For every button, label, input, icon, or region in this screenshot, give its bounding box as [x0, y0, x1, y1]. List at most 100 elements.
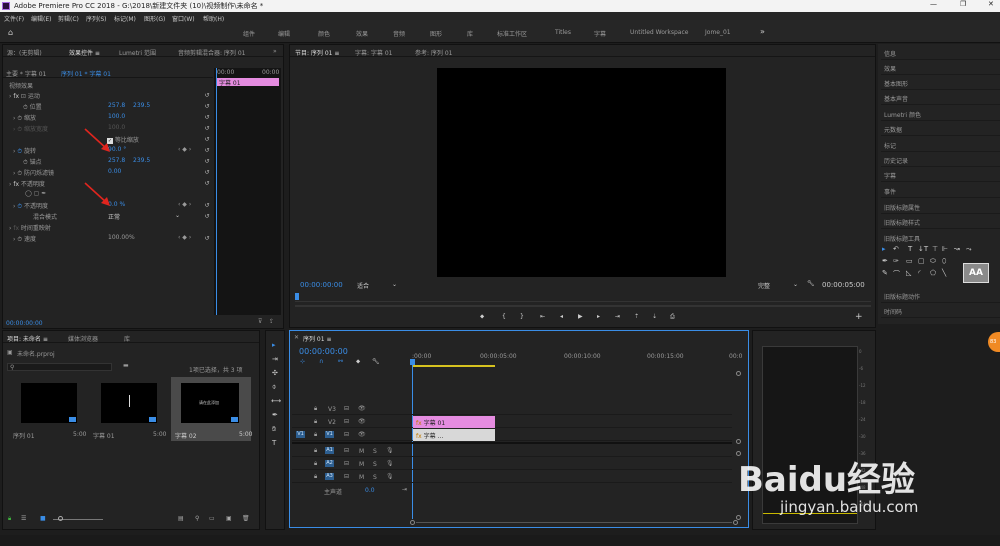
- workspace-untitled[interactable]: Untitled Workspace: [630, 29, 688, 36]
- video-preview[interactable]: [437, 68, 726, 277]
- timeline-timecode[interactable]: 00:00:00:00: [299, 347, 348, 356]
- sync-lock-icon[interactable]: ⊟: [344, 473, 349, 480]
- selection-tool-icon[interactable]: ▸: [272, 341, 276, 349]
- extract-icon[interactable]: ⇣: [652, 313, 657, 320]
- expand-icon[interactable]: ›: [13, 236, 15, 243]
- sync-lock-icon[interactable]: ⊟: [344, 460, 349, 467]
- keyframe-nav-icon[interactable]: ‹ ◆ ›: [178, 146, 191, 153]
- workspace-graphics[interactable]: 图形: [430, 29, 442, 38]
- lock-icon[interactable]: 🔒︎: [314, 473, 317, 481]
- track-target-a1[interactable]: A1: [325, 447, 334, 454]
- opacity-section-row[interactable]: › fx 不透明度: [9, 179, 45, 188]
- ec-timecode[interactable]: 00:00:00:00: [6, 320, 43, 327]
- new-bin-icon[interactable]: ▤: [178, 515, 184, 522]
- rounded-ellipse-tool-icon[interactable]: ⬯: [942, 257, 946, 266]
- eye-icon[interactable]: 👁︎: [358, 431, 366, 438]
- trash-icon[interactable]: 🗑︎: [242, 515, 250, 522]
- mark-in-icon[interactable]: {: [502, 313, 506, 320]
- workspace-jome[interactable]: Jome_01: [705, 29, 731, 36]
- mic-icon[interactable]: 🎙︎: [386, 473, 394, 480]
- workspace-editing[interactable]: 编辑: [278, 29, 290, 38]
- panel-legacy-title-tools[interactable]: 旧版标题工具: [881, 230, 1000, 245]
- antiflicker-value[interactable]: 0.00: [108, 168, 121, 175]
- expand-icon[interactable]: ›: [9, 93, 11, 100]
- track-target-a3[interactable]: A3: [325, 473, 334, 480]
- master-clip-label[interactable]: 主要 * 字幕 01: [6, 69, 46, 78]
- list-view-icon[interactable]: ☰: [21, 515, 26, 522]
- hand-tool-icon[interactable]: ✋︎: [272, 425, 276, 434]
- project-item-selected[interactable]: 请在此添加 字幕 02 5:00: [171, 377, 252, 441]
- step-forward-icon[interactable]: ▸: [597, 313, 600, 320]
- workspace-titles[interactable]: Titles: [555, 29, 571, 36]
- keyframe-nav-icon[interactable]: ‹ ◆ ›: [178, 234, 191, 241]
- lock-icon[interactable]: 🔒︎: [314, 431, 317, 439]
- position-y-value[interactable]: 239.5: [133, 102, 150, 109]
- add-button-icon[interactable]: +: [855, 312, 863, 322]
- reset-icon[interactable]: ↺: [202, 168, 212, 177]
- vertical-type-tool-icon[interactable]: ↓T: [918, 245, 928, 253]
- lock-icon[interactable]: 🔒︎: [314, 405, 317, 413]
- lock-icon[interactable]: 🔒︎: [314, 418, 317, 426]
- new-item-icon[interactable]: ▣: [226, 515, 232, 522]
- title-style-preview[interactable]: AA: [963, 263, 989, 283]
- sync-lock-icon[interactable]: ⊟: [344, 447, 349, 454]
- sync-lock-icon[interactable]: ⊟: [344, 418, 349, 425]
- lock-icon[interactable]: 🔒︎: [8, 515, 11, 523]
- linked-selection-icon[interactable]: ⚯: [338, 358, 343, 365]
- mute-button[interactable]: M: [359, 448, 364, 455]
- tab-media-browser[interactable]: 媒体浏览器: [68, 334, 98, 343]
- tab-audio-mixer[interactable]: 音频剪辑混合器: 序列 01: [178, 48, 245, 57]
- filter-icon[interactable]: ⊽: [258, 318, 262, 325]
- tab-source[interactable]: 源：(无剪辑): [7, 48, 42, 57]
- program-zoom-bar[interactable]: [295, 305, 871, 307]
- close-button[interactable]: ✕: [988, 0, 994, 8]
- area-type-tool-icon[interactable]: ⊤: [932, 245, 938, 253]
- tab-lumetri-scopes[interactable]: Lumetri 范围: [119, 48, 156, 57]
- reset-icon[interactable]: ↺: [202, 179, 212, 188]
- track-target-v1[interactable]: V1: [325, 431, 334, 438]
- reset-icon[interactable]: ↺: [202, 135, 212, 144]
- panel-history[interactable]: 历史记录: [881, 152, 1000, 167]
- tab-project[interactable]: 项目: 未命名 ≡: [7, 334, 48, 343]
- anchor-x-value[interactable]: 257.8: [108, 157, 125, 164]
- source-patch-v1[interactable]: V1: [296, 431, 305, 438]
- zoom-slider-handle[interactable]: [58, 516, 63, 521]
- stopwatch-icon[interactable]: ⏱: [23, 159, 28, 166]
- convert-anchor-icon[interactable]: ⌒: [893, 269, 900, 279]
- panel-markers[interactable]: 标记: [881, 137, 1000, 152]
- add-anchor-icon[interactable]: ✎: [882, 269, 888, 277]
- sequence-clip-label[interactable]: 序列 01 * 字幕 01: [61, 69, 111, 78]
- sync-lock-icon[interactable]: ⊟: [344, 405, 349, 412]
- export-icon[interactable]: ⇪: [269, 318, 274, 325]
- fit-select[interactable]: 适合 ⌄: [357, 281, 397, 290]
- track-divider[interactable]: [292, 442, 732, 444]
- icon-view-icon[interactable]: ■: [40, 515, 46, 522]
- mic-icon[interactable]: 🎙︎: [386, 447, 394, 454]
- program-timecode[interactable]: 00:00:00:00: [300, 281, 343, 289]
- reset-icon[interactable]: ↺: [202, 113, 212, 122]
- workspace-standard[interactable]: 标准工作区: [497, 29, 527, 38]
- close-tab-icon[interactable]: ✕: [294, 334, 299, 341]
- panel-essential-sound[interactable]: 基本声音: [881, 90, 1000, 105]
- arc-tool-icon[interactable]: ◜: [918, 269, 921, 277]
- delete-anchor-icon[interactable]: ✑: [893, 257, 899, 265]
- path-type-tool-icon[interactable]: ↝: [954, 245, 960, 253]
- ec-playhead[interactable]: [216, 68, 217, 315]
- folder-icon[interactable]: ▭: [209, 515, 215, 522]
- anchor-y-value[interactable]: 239.5: [133, 157, 150, 164]
- motion-row[interactable]: › fx ⊡ 运动: [9, 91, 40, 100]
- lift-icon[interactable]: ⇡: [634, 313, 639, 320]
- snap-icon[interactable]: ∩: [319, 358, 323, 365]
- project-search-input[interactable]: ⚲: [7, 363, 112, 371]
- ripple-edit-tool-icon[interactable]: ✣: [272, 369, 278, 377]
- clip-v1[interactable]: fx 字幕 ...: [413, 429, 495, 441]
- notification-badge[interactable]: 83: [988, 332, 1000, 352]
- go-to-out-icon[interactable]: ⇥: [615, 313, 620, 320]
- keyframe-nav-icon[interactable]: ‹ ◆ ›: [178, 201, 191, 208]
- solo-button[interactable]: S: [373, 448, 377, 455]
- workspace-library[interactable]: 库: [467, 29, 473, 38]
- time-remap-row[interactable]: › fx 时间重映射: [9, 223, 51, 232]
- nest-icon[interactable]: ⊹: [300, 358, 305, 365]
- workspace-audio[interactable]: 音频: [393, 29, 405, 38]
- play-icon[interactable]: ▶: [578, 313, 583, 320]
